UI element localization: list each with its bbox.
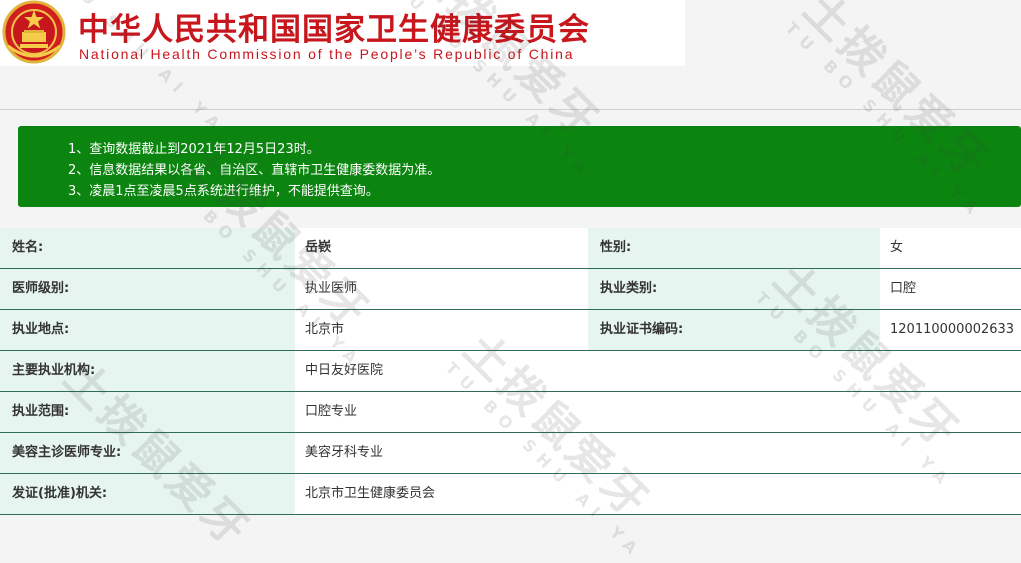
issuer-value: 北京市卫生健康委员会 [295,474,1021,514]
table-row: 执业地点: 北京市 执业证书编码: 120110000002633 [0,310,1021,351]
scope-value: 口腔专业 [295,392,1021,432]
cert-value: 120110000002633 [880,310,1021,350]
table-row: 发证(批准)机关: 北京市卫生健康委员会 [0,474,1021,515]
site-header: 中华人民共和国国家卫生健康委员会 National Health Commiss… [0,0,685,66]
location-label: 执业地点: [0,310,295,350]
doctor-info-table: 姓名: 岳嵚 性别: 女 医师级别: 执业医师 执业类别: 口腔 执业地点: 北… [0,228,1021,515]
notice-line-1: 1、查询数据截止到2021年12月5日23时。 [68,142,320,157]
notice-line-3: 3、凌晨1点至凌晨5点系统进行维护，不能提供查询。 [68,184,379,199]
table-row: 执业范围: 口腔专业 [0,392,1021,433]
gender-label: 性别: [588,228,880,268]
issuer-label: 发证(批准)机关: [0,474,295,514]
institution-label: 主要执业机构: [0,351,295,391]
notice-banner: 1、查询数据截止到2021年12月5日23时。 2、信息数据结果以各省、自治区、… [18,126,1021,207]
category-value: 口腔 [880,269,1021,309]
table-row: 姓名: 岳嵚 性别: 女 [0,228,1021,269]
notice-line-2: 2、信息数据结果以各省、自治区、直辖市卫生健康委数据为准。 [68,163,441,178]
table-row: 美容主诊医师专业: 美容牙科专业 [0,433,1021,474]
site-title-cn: 中华人民共和国国家卫生健康委员会 [78,12,590,48]
category-label: 执业类别: [588,269,880,309]
table-row: 医师级别: 执业医师 执业类别: 口腔 [0,269,1021,310]
cert-label: 执业证书编码: [588,310,880,350]
header-divider [0,109,1021,110]
table-row: 主要执业机构: 中日友好医院 [0,351,1021,392]
scope-label: 执业范围: [0,392,295,432]
location-value: 北京市 [295,310,588,350]
name-value: 岳嵚 [295,228,588,268]
cosmetic-value: 美容牙科专业 [295,433,1021,473]
cosmetic-label: 美容主诊医师专业: [0,433,295,473]
name-label: 姓名: [0,228,295,268]
site-title-en: National Health Commission of the People… [79,46,575,62]
level-value: 执业医师 [295,269,588,309]
national-emblem-icon [2,0,66,64]
institution-value: 中日友好医院 [295,351,1021,391]
level-label: 医师级别: [0,269,295,309]
gender-value: 女 [880,228,1021,268]
